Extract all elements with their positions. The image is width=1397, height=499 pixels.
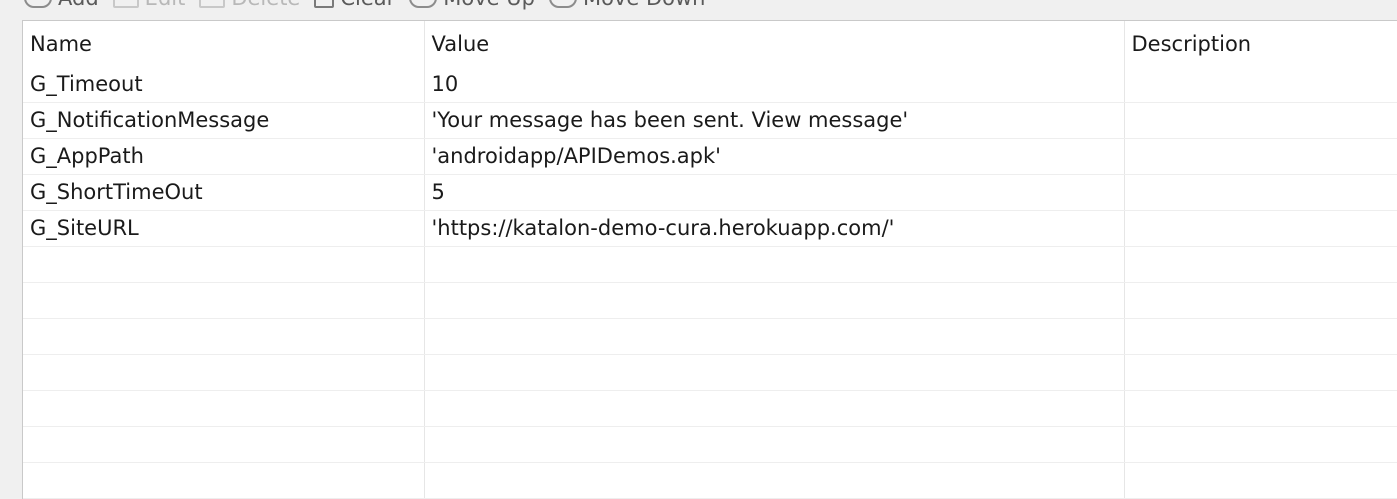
variable-description-cell[interactable] xyxy=(1124,318,1397,355)
variable-name-cell[interactable]: G_AppPath xyxy=(23,138,425,175)
clear-icon xyxy=(314,0,335,8)
table-row[interactable] xyxy=(23,426,1397,463)
variable-name-cell[interactable] xyxy=(23,462,425,499)
variable-description-cell[interactable] xyxy=(1124,210,1397,247)
column-header-value[interactable]: Value xyxy=(424,21,1125,66)
variable-description-cell[interactable] xyxy=(1124,354,1397,391)
variable-name-cell[interactable]: G_SiteURL xyxy=(23,210,425,247)
table-row[interactable] xyxy=(23,462,1397,499)
variable-name-cell[interactable] xyxy=(23,246,425,283)
table-row[interactable]: G_SiteURL'https://katalon-demo-cura.hero… xyxy=(23,210,1397,247)
column-header-name[interactable]: Name xyxy=(23,21,425,66)
move-down-button-label: Move Down xyxy=(583,0,706,10)
variables-table-panel: Name Value Description G_Timeout 10 G_Noti… xyxy=(22,20,1397,499)
variable-value-cell[interactable]: 'Your message has been sent. View messag… xyxy=(424,102,1125,139)
table-header-row: Name Value Description xyxy=(23,21,1397,66)
variable-name-cell[interactable] xyxy=(23,282,425,319)
table-body: G_Timeout 10 G_NotificationMessage 'Your me… xyxy=(23,66,1397,499)
add-button[interactable]: Add xyxy=(24,0,99,10)
add-icon xyxy=(24,0,52,8)
move-down-icon xyxy=(548,0,577,8)
table-row[interactable] xyxy=(23,390,1397,427)
variable-description-cell[interactable] xyxy=(1124,282,1397,319)
move-up-button[interactable]: Move Up xyxy=(409,0,535,10)
variable-value-cell[interactable] xyxy=(424,390,1125,427)
table-row[interactable] xyxy=(23,318,1397,355)
variable-name-cell[interactable]: G_Timeout xyxy=(23,66,425,103)
toolbar-buttons: Add Edit Delete Clear Move Up Move Down xyxy=(24,0,706,10)
variable-name-cell[interactable] xyxy=(23,390,425,427)
edit-button-label: Edit xyxy=(145,0,186,10)
move-down-button[interactable]: Move Down xyxy=(548,0,706,10)
variable-value-cell[interactable] xyxy=(424,462,1125,499)
variable-description-cell[interactable] xyxy=(1124,102,1397,139)
move-up-icon xyxy=(409,0,438,8)
variable-description-cell[interactable] xyxy=(1124,462,1397,499)
table-row[interactable] xyxy=(23,354,1397,391)
edit-button[interactable]: Edit xyxy=(112,0,186,10)
column-header-description[interactable]: Description xyxy=(1124,21,1397,66)
table-row[interactable]: G_NotificationMessage 'Your message has b… xyxy=(23,102,1397,139)
variable-value-cell[interactable] xyxy=(424,318,1125,355)
delete-button[interactable]: Delete xyxy=(199,0,300,10)
variable-value-cell[interactable] xyxy=(424,282,1125,319)
variable-value-cell[interactable]: 'androidapp/APIDemos.apk' xyxy=(424,138,1125,175)
variable-value-cell[interactable]: 10 xyxy=(424,66,1125,103)
variable-name-cell[interactable] xyxy=(23,426,425,463)
variable-value-cell[interactable] xyxy=(424,354,1125,391)
table-row[interactable]: G_Timeout 10 xyxy=(23,66,1397,103)
variable-name-cell[interactable]: G_NotificationMessage xyxy=(23,102,425,139)
add-button-label: Add xyxy=(58,0,99,10)
move-up-button-label: Move Up xyxy=(443,0,535,10)
variable-description-cell[interactable] xyxy=(1124,174,1397,211)
variable-name-cell[interactable] xyxy=(23,354,425,391)
variable-value-cell[interactable]: 5 xyxy=(424,174,1125,211)
edit-icon xyxy=(112,0,139,8)
delete-button-label: Delete xyxy=(231,0,300,10)
table-row[interactable]: G_AppPath'androidapp/APIDemos.apk' xyxy=(23,138,1397,175)
variable-name-cell[interactable] xyxy=(23,318,425,355)
variable-value-cell[interactable] xyxy=(424,246,1125,283)
variables-table: Name Value Description G_Timeout 10 G_Noti… xyxy=(23,21,1397,499)
variable-description-cell[interactable] xyxy=(1124,66,1397,103)
variable-description-cell[interactable] xyxy=(1124,246,1397,283)
variable-description-cell[interactable] xyxy=(1124,426,1397,463)
table-row[interactable] xyxy=(23,282,1397,319)
table-row[interactable]: G_ShortTimeOut 5 xyxy=(23,174,1397,211)
variable-value-cell[interactable] xyxy=(424,426,1125,463)
variable-name-cell[interactable]: G_ShortTimeOut xyxy=(23,174,425,211)
toolbar: Add Edit Delete Clear Move Up Move Down xyxy=(0,0,1397,10)
variable-description-cell[interactable] xyxy=(1124,390,1397,427)
clear-button[interactable]: Clear xyxy=(314,0,395,10)
trash-icon xyxy=(199,0,226,8)
variable-description-cell[interactable] xyxy=(1124,138,1397,175)
table-row[interactable] xyxy=(23,246,1397,283)
variable-value-cell[interactable]: 'https://katalon-demo-cura.herokuapp.com… xyxy=(424,210,1125,247)
clear-button-label: Clear xyxy=(340,0,395,10)
